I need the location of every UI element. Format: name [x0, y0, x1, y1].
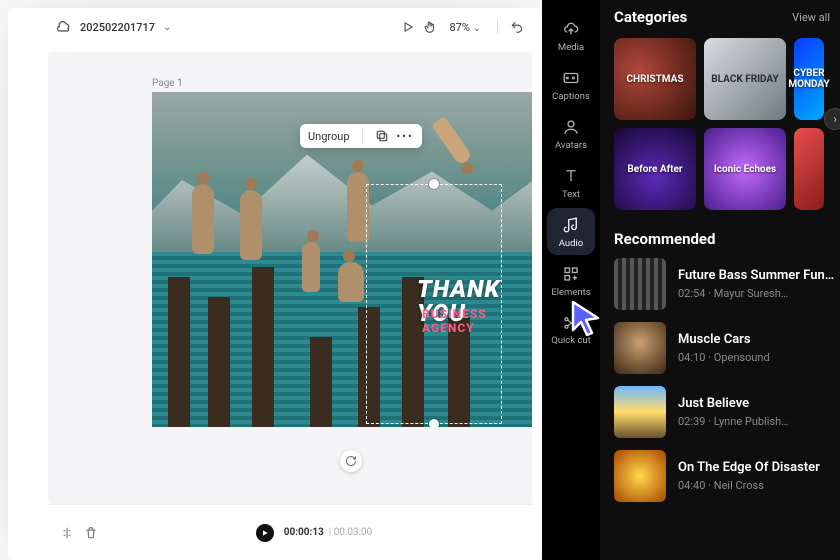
category-card-christmas[interactable]: CHRISTMAS: [614, 38, 696, 120]
editor-topbar: 202502201717 ⌄ 87% ⌄: [48, 8, 532, 46]
category-card-sale[interactable]: [794, 128, 824, 210]
strip-item-text[interactable]: Text: [547, 159, 595, 206]
zoom-dropdown[interactable]: 87% ⌄: [449, 21, 481, 34]
more-icon[interactable]: •••: [397, 130, 414, 143]
play-outline-icon[interactable]: [401, 20, 415, 34]
strip-item-audio[interactable]: Audio: [547, 208, 595, 255]
cursor-pointer-overlay: [570, 300, 602, 340]
person-silhouette: [338, 262, 364, 302]
track-meta: 04:40 · Neil Cross: [678, 479, 840, 492]
track-name: Future Bass Summer Fun…: [678, 268, 840, 284]
category-card-cyber-monday[interactable]: CYBER MONDAY: [794, 38, 824, 120]
pier-post: [168, 277, 190, 427]
tool-strip: Media Captions Avatars Text Audio Elemen…: [542, 0, 600, 560]
pier-post: [310, 337, 332, 427]
project-title[interactable]: 202502201717: [80, 21, 155, 34]
canvas-area: Page 1 T: [48, 52, 532, 504]
refresh-icon: [345, 455, 357, 467]
view-all-link[interactable]: View all: [792, 11, 830, 24]
timecode: 00:00:13 | 00:03:00: [284, 527, 373, 538]
track-name: Just Believe: [678, 396, 840, 412]
strip-item-avatars[interactable]: Avatars: [547, 110, 595, 157]
divider: [362, 129, 363, 143]
strip-item-captions[interactable]: Captions: [547, 61, 595, 108]
person-silhouette: [240, 190, 262, 260]
category-card-before-after[interactable]: Before After: [614, 128, 696, 210]
undo-icon[interactable]: [510, 20, 524, 34]
audio-panel: Categories View all CHRISTMAS BLACK FRID…: [600, 0, 840, 560]
track-name: Muscle Cars: [678, 332, 840, 348]
timeline-bar: 00:00:13 | 00:03:00: [48, 504, 532, 560]
resize-handle-top[interactable]: [429, 179, 439, 189]
categories-grid: CHRISTMAS BLACK FRIDAY CYBER MONDAY Befo…: [614, 38, 840, 210]
pier-post: [252, 267, 274, 427]
track-item[interactable]: Just Believe 02:39 · Lynne Publish…: [614, 386, 840, 438]
categories-title: Categories: [614, 8, 687, 26]
hand-icon[interactable]: [423, 20, 437, 34]
chevron-down-icon[interactable]: ⌄: [163, 22, 171, 33]
resize-handle-bottom[interactable]: [429, 419, 439, 427]
refresh-button[interactable]: [340, 450, 362, 472]
play-button[interactable]: [256, 524, 274, 542]
audio-icon: [562, 216, 580, 234]
cloud-up-icon: [562, 20, 580, 38]
canvas-subtitle-text[interactable]: BUSINESS AGENCY: [422, 307, 532, 335]
track-item[interactable]: Muscle Cars 04:10 · Opensound: [614, 322, 840, 374]
text-icon: [562, 167, 580, 185]
duplicate-icon[interactable]: [375, 129, 389, 143]
trash-icon[interactable]: [84, 526, 98, 540]
ungroup-button[interactable]: Ungroup: [308, 130, 350, 143]
editor-panel: 202502201717 ⌄ 87% ⌄ 16:9 Page 1: [8, 8, 542, 560]
cloud-icon: [56, 19, 72, 35]
strip-item-elements[interactable]: Elements: [547, 257, 595, 304]
page-label: Page 1: [152, 78, 183, 89]
track-list: Future Bass Summer Fun… 02:54 · Mayur Su…: [614, 258, 840, 502]
track-thumb: [614, 386, 666, 438]
track-thumb: [614, 258, 666, 310]
category-card-iconic-echoes[interactable]: Iconic Echoes: [704, 128, 786, 210]
chevron-right-icon: ›: [833, 112, 837, 126]
divider: [497, 20, 498, 34]
track-item[interactable]: Future Bass Summer Fun… 02:54 · Mayur Su…: [614, 258, 840, 310]
pier-post: [208, 297, 230, 427]
play-icon: [261, 529, 269, 537]
track-item[interactable]: On The Edge Of Disaster 04:40 · Neil Cro…: [614, 450, 840, 502]
strip-item-media[interactable]: Media: [547, 12, 595, 59]
context-toolbar: Ungroup •••: [300, 124, 422, 148]
recommended-title: Recommended: [614, 230, 840, 248]
person-silhouette: [431, 116, 473, 166]
person-silhouette: [192, 184, 214, 254]
track-name: On The Edge Of Disaster: [678, 460, 840, 476]
captions-icon: [562, 69, 580, 87]
scroll-right-button[interactable]: ›: [824, 108, 840, 130]
track-meta: 04:10 · Opensound: [678, 351, 840, 364]
person-silhouette: [302, 242, 320, 292]
track-thumb: [614, 450, 666, 502]
track-meta: 02:54 · Mayur Suresh…: [678, 287, 840, 300]
elements-icon: [562, 265, 580, 283]
avatar-icon: [562, 118, 580, 136]
category-card-black-friday[interactable]: BLACK FRIDAY: [704, 38, 786, 120]
track-thumb: [614, 322, 666, 374]
split-icon[interactable]: [60, 526, 74, 540]
track-meta: 02:39 · Lynne Publish…: [678, 415, 840, 428]
